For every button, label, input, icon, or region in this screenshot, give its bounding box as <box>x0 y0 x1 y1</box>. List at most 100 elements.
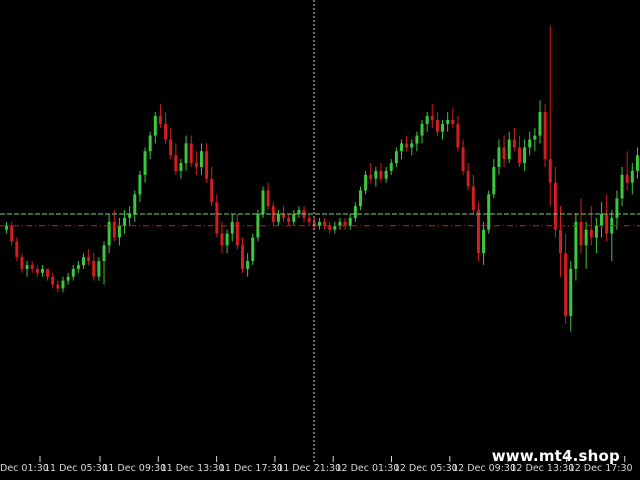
candle <box>435 112 439 136</box>
candle <box>461 139 465 175</box>
candle <box>261 186 265 218</box>
candle <box>430 104 434 128</box>
candle-body <box>553 182 557 230</box>
candle-body <box>497 147 501 167</box>
candle <box>51 272 55 289</box>
candle-body <box>215 202 219 234</box>
candle <box>210 166 214 207</box>
chart-window[interactable]: Dec 01:30 11 Dec 05:30 11 Dec 09:30 11 Dec … <box>0 0 640 480</box>
candle <box>251 233 255 265</box>
candle <box>548 25 552 207</box>
candle <box>292 210 296 226</box>
price-chart[interactable]: Dec 01:3011 Dec 05:3011 Dec 09:3011 Dec … <box>0 0 640 480</box>
candle <box>343 217 347 230</box>
candle <box>328 221 332 234</box>
time-axis-label: 11 Dec 13:30 <box>161 463 225 474</box>
candle-body <box>451 119 455 124</box>
candle <box>369 163 373 183</box>
candle <box>107 214 111 254</box>
candle-body <box>251 237 255 262</box>
candle-body <box>317 221 321 226</box>
candle-body <box>174 155 178 171</box>
candle-body <box>574 221 578 269</box>
candle-body <box>282 214 286 218</box>
candle-body <box>51 276 55 285</box>
candle <box>333 221 337 234</box>
candle-body <box>461 147 465 171</box>
candle-body <box>261 190 265 214</box>
candle-body <box>435 119 439 132</box>
candle-body <box>420 123 424 136</box>
candle-body <box>348 217 352 226</box>
candle <box>528 131 532 156</box>
candle-body <box>220 233 224 246</box>
candle <box>56 280 60 293</box>
candle-body <box>10 225 14 242</box>
candle <box>287 214 291 226</box>
candle <box>230 214 234 242</box>
candle-body <box>56 284 60 289</box>
candle <box>205 143 209 183</box>
candle-body <box>466 170 470 187</box>
candle <box>97 257 101 281</box>
candle <box>635 147 639 179</box>
candle-body <box>353 206 357 218</box>
candle-body <box>548 159 552 183</box>
candle-body <box>15 241 19 258</box>
time-axis-label: 11 Dec 17:30 <box>219 463 283 474</box>
candle <box>5 221 9 234</box>
candle-body <box>276 214 280 222</box>
candle <box>441 119 445 140</box>
candle <box>569 261 573 332</box>
candle-body <box>210 178 214 203</box>
time-axis-label: 11 Dec 05:30 <box>44 463 108 474</box>
candle <box>220 221 224 254</box>
candle <box>76 261 80 273</box>
candle-body <box>230 221 234 234</box>
time-axis-label: 12 Dec 01:30 <box>336 463 400 474</box>
candle-body <box>164 123 168 140</box>
candle-body <box>158 116 162 124</box>
time-axis-label: 11 Dec 09:30 <box>102 463 166 474</box>
candle <box>451 108 455 128</box>
candle <box>615 190 619 230</box>
candle-body <box>589 229 593 238</box>
candle <box>246 253 250 277</box>
candle-body <box>487 194 491 230</box>
candle <box>353 202 357 222</box>
candle <box>92 253 96 281</box>
candle <box>35 264 39 277</box>
candle <box>564 233 568 324</box>
candle <box>148 131 152 160</box>
candle-body <box>594 225 598 238</box>
candle-body <box>456 123 460 148</box>
candle-body <box>92 261 96 277</box>
candle-body <box>61 280 65 289</box>
candle-body <box>559 229 562 254</box>
candle-body <box>528 139 532 148</box>
candle-body <box>292 214 296 222</box>
candle <box>25 261 29 277</box>
candle <box>15 237 19 262</box>
candle-body <box>476 210 480 254</box>
candle <box>189 135 193 167</box>
candle-body <box>400 143 403 152</box>
candle-body <box>148 135 152 152</box>
candle-body <box>323 221 327 226</box>
candle-body <box>153 116 157 136</box>
candle-body <box>225 233 229 246</box>
candle-body <box>415 135 419 144</box>
candle-body <box>538 112 542 136</box>
candle <box>374 166 378 187</box>
candle <box>384 166 388 183</box>
candle-body <box>569 268 573 316</box>
candle <box>179 159 183 179</box>
candle <box>394 147 398 167</box>
candle <box>389 159 393 175</box>
candle <box>317 217 321 230</box>
candle-body <box>492 166 496 195</box>
candle <box>538 100 542 144</box>
candle <box>138 170 142 203</box>
candle <box>297 206 301 218</box>
candle <box>420 119 424 144</box>
